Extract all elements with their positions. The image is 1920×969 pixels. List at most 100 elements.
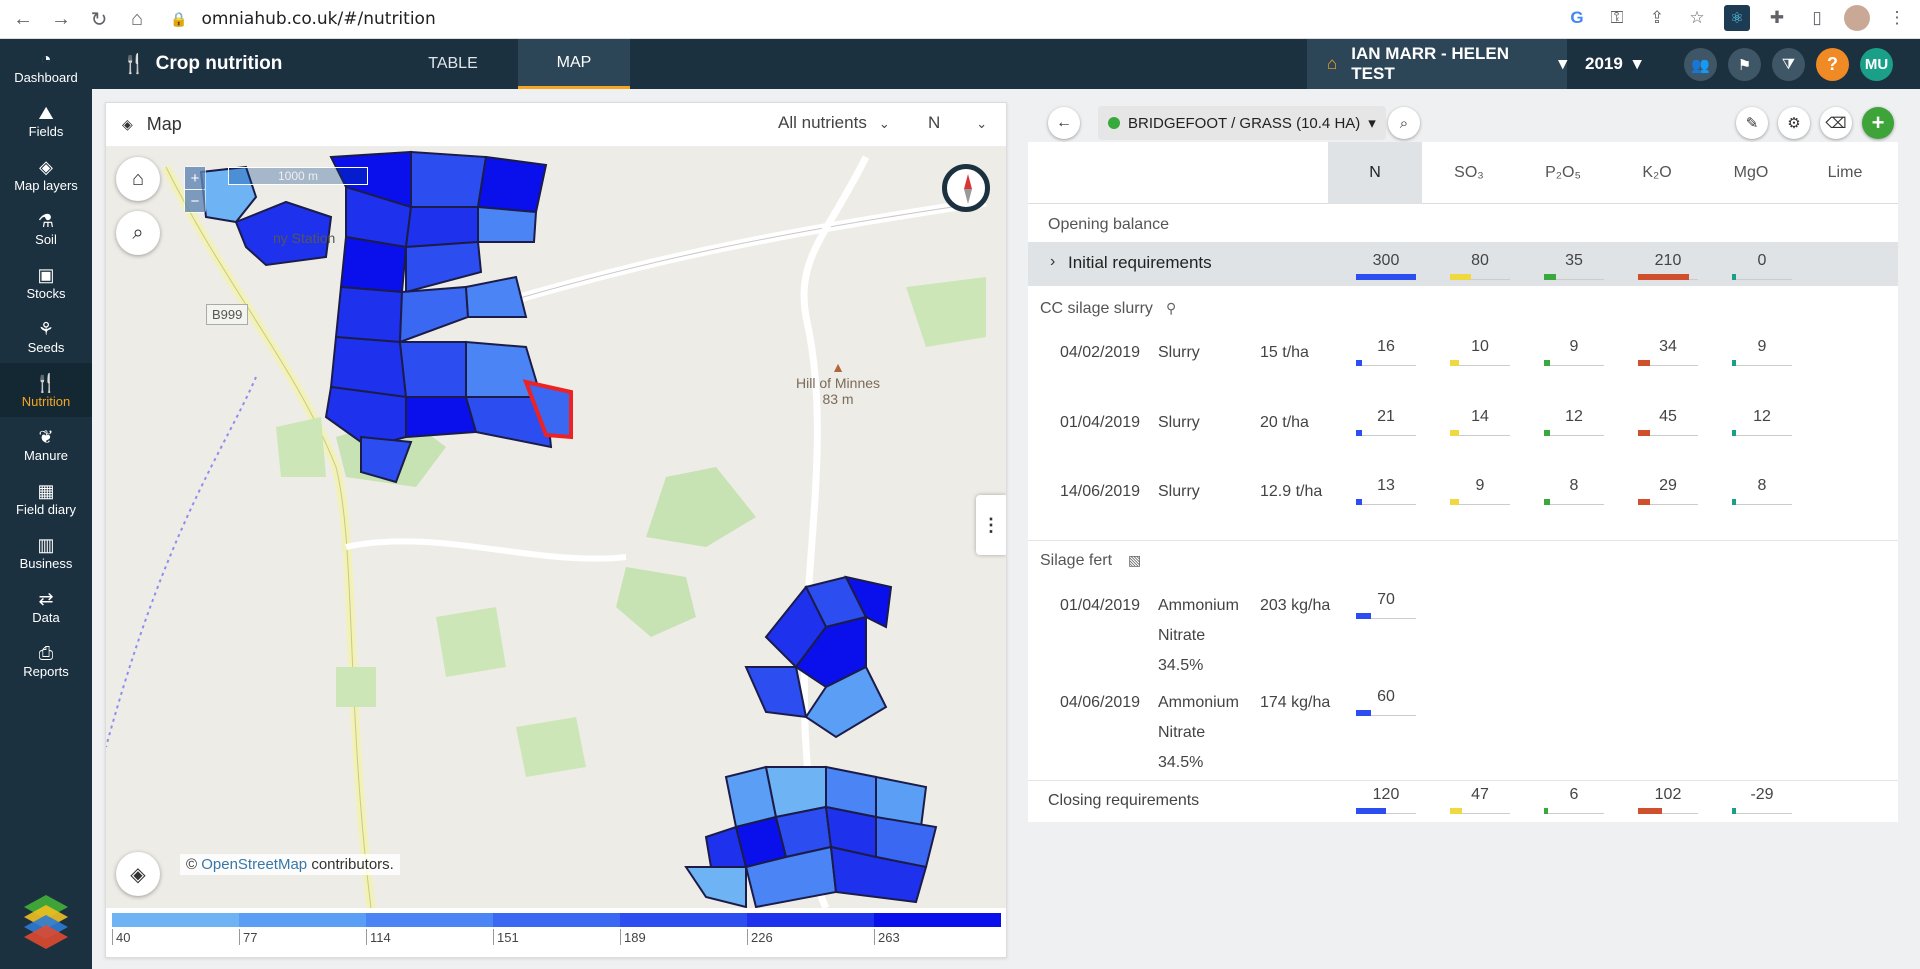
sidebar-item-fields[interactable]: ⛰ Fields bbox=[0, 93, 92, 147]
application-value: 9 bbox=[1757, 338, 1767, 355]
page-title: 🍴 Crop nutrition bbox=[122, 52, 282, 76]
panel-header: ← BRIDGEFOOT / GRASS (10.4 HA) ▾ ⌕ ✎ ⚙ ⌫ … bbox=[1028, 102, 1898, 142]
closing-requirement-value: 102 bbox=[1654, 786, 1682, 803]
sidebar-item-seeds[interactable]: ⚘ Seeds bbox=[0, 309, 92, 363]
seedling-icon: ⚘ bbox=[37, 318, 55, 339]
sidebar-item-field-diary[interactable]: ▦ Field diary bbox=[0, 471, 92, 525]
back-icon[interactable]: ← bbox=[8, 4, 38, 34]
value-bar-fill bbox=[1450, 360, 1459, 366]
legend-swatch bbox=[239, 913, 366, 927]
sidebar-item-label: Stocks bbox=[26, 285, 66, 301]
application-value: 12 bbox=[1753, 408, 1771, 425]
home-icon[interactable]: ⌂ bbox=[122, 4, 152, 34]
nutrient-column-header[interactable]: SO₃ bbox=[1422, 142, 1516, 204]
initial-requirement-value: 35 bbox=[1565, 252, 1583, 269]
add-button[interactable]: + bbox=[1862, 107, 1894, 139]
stocks-icon: ▣ bbox=[37, 264, 55, 285]
address-bar[interactable]: 🔒 omniahub.co.uk/#/nutrition bbox=[170, 9, 436, 29]
eraser-button[interactable]: ⌫ bbox=[1820, 107, 1852, 139]
application-date: 01/04/2019 bbox=[1060, 597, 1141, 614]
share-icon[interactable]: ⇪ bbox=[1644, 5, 1670, 31]
sidebar-item-manure[interactable]: ❦ Manure bbox=[0, 417, 92, 471]
reload-icon[interactable]: ↻ bbox=[84, 4, 114, 34]
legend-tick-label: 40 bbox=[112, 929, 130, 945]
sidebar-item-reports[interactable]: ⎙ Reports bbox=[0, 633, 92, 687]
application-value: 70 bbox=[1377, 591, 1395, 608]
map-search-button[interactable]: ⌕ bbox=[116, 211, 160, 255]
nutrient-filter-value: All nutrients bbox=[778, 113, 867, 132]
google-icon[interactable]: G bbox=[1564, 5, 1590, 31]
sidebar-item-business[interactable]: ▥ Business bbox=[0, 525, 92, 579]
fertiliser-icon: ▧ bbox=[1128, 552, 1142, 568]
basemap-layers-button[interactable]: ◈ bbox=[116, 852, 160, 896]
filter-button[interactable]: ⧩ bbox=[1772, 48, 1805, 81]
browser-toolbar: ← → ↻ ⌂ 🔒 omniahub.co.uk/#/nutrition G ⚿ … bbox=[0, 0, 1920, 39]
caret-down-icon: ▾ bbox=[1558, 54, 1567, 73]
farm-selector[interactable]: ⌂ IAN MARR - HELEN TEST ▾ bbox=[1307, 39, 1567, 89]
nutrition-table: Opening balance › Initial requirements 3… bbox=[1028, 204, 1898, 822]
flag-button[interactable]: ⚑ bbox=[1728, 48, 1761, 81]
application-value: 13 bbox=[1377, 477, 1395, 494]
compass-icon[interactable] bbox=[942, 164, 990, 212]
field-name: BRIDGEFOOT / GRASS (10.4 HA) bbox=[1128, 114, 1361, 132]
sidebar-item-stocks[interactable]: ▣ Stocks bbox=[0, 255, 92, 309]
forward-icon[interactable]: → bbox=[46, 4, 76, 34]
map-home-button[interactable]: ⌂ bbox=[116, 157, 160, 201]
field-selector[interactable]: BRIDGEFOOT / GRASS (10.4 HA) ▾ bbox=[1098, 106, 1386, 140]
sidebar-item-soil[interactable]: ⚗ Soil bbox=[0, 201, 92, 255]
profile-avatar[interactable] bbox=[1844, 5, 1870, 31]
tab-map[interactable]: MAP bbox=[518, 39, 630, 89]
sidebar-item-dashboard[interactable]: ◔ Dashboard bbox=[0, 39, 92, 93]
menu-icon[interactable]: ⋮ bbox=[1884, 5, 1910, 31]
tab-table[interactable]: TABLE bbox=[418, 39, 488, 89]
nutrient-column-header[interactable]: K₂O bbox=[1610, 142, 1704, 204]
zoom-in-button[interactable]: + bbox=[185, 167, 205, 189]
edit-button[interactable]: ✎ bbox=[1736, 107, 1768, 139]
nutrient-dropdown[interactable]: N ⌄ bbox=[928, 113, 987, 133]
settings-button[interactable]: ⚙ bbox=[1778, 107, 1810, 139]
eraser-icon: ⌫ bbox=[1825, 115, 1847, 132]
side-panel-toggle[interactable]: ⋮ bbox=[976, 495, 1006, 555]
sidebar-item-map-layers[interactable]: ◈ Map layers bbox=[0, 147, 92, 201]
key-icon[interactable]: ⚿ bbox=[1604, 5, 1630, 31]
value-bar bbox=[1732, 430, 1792, 436]
value-bar bbox=[1732, 274, 1792, 280]
map-scale: 1000 m bbox=[228, 167, 368, 185]
sidepanel-icon[interactable]: ▯ bbox=[1804, 5, 1830, 31]
back-button[interactable]: ← bbox=[1048, 107, 1080, 139]
initial-requirement-value: 300 bbox=[1372, 252, 1400, 269]
nutrient-column-header[interactable]: Lime bbox=[1798, 142, 1892, 204]
nutrient-column-header[interactable]: MgO bbox=[1704, 142, 1798, 204]
utensils-icon: 🍴 bbox=[34, 372, 58, 393]
zoom-out-button[interactable]: − bbox=[185, 190, 205, 212]
sidebar-item-label: Map layers bbox=[14, 177, 78, 193]
nutrient-column-header[interactable]: P₂O₅ bbox=[1516, 142, 1610, 204]
sidebar-item-label: Dashboard bbox=[14, 69, 78, 85]
user-menu-button[interactable]: MU bbox=[1860, 48, 1893, 81]
sidebar-item-label: Seeds bbox=[27, 339, 65, 355]
copyright-symbol: © bbox=[186, 856, 198, 873]
nutrient-filter-dropdown[interactable]: All nutrients ⌄ bbox=[778, 113, 890, 133]
help-button[interactable]: ? bbox=[1816, 48, 1849, 81]
map-canvas[interactable]: ⌂ ⌕ + − 1000 m B999 ny Station ▲ Hill of… bbox=[106, 147, 1006, 908]
users-button[interactable]: 👥 bbox=[1684, 48, 1717, 81]
value-bar bbox=[1356, 808, 1416, 814]
react-extension-icon[interactable]: ⚛ bbox=[1724, 5, 1750, 31]
legend-swatch bbox=[366, 913, 493, 927]
value-bar bbox=[1732, 499, 1792, 505]
application-value: 8 bbox=[1569, 477, 1579, 494]
nutrient-column-header[interactable]: N bbox=[1328, 142, 1422, 204]
openstreetmap-link[interactable]: OpenStreetMap bbox=[201, 856, 307, 873]
closing-requirement-value: 47 bbox=[1471, 786, 1489, 803]
star-icon[interactable]: ☆ bbox=[1684, 5, 1710, 31]
puzzle-icon[interactable]: ✚ bbox=[1764, 5, 1790, 31]
field-search-button[interactable]: ⌕ bbox=[1388, 107, 1420, 139]
legend-tick-label: 189 bbox=[620, 929, 646, 945]
flask-icon: ⚗ bbox=[37, 210, 55, 231]
year-selector[interactable]: 2019 ▾ bbox=[1585, 39, 1641, 89]
application-rate: 12.9 t/ha bbox=[1260, 483, 1323, 500]
sidebar-item-nutrition[interactable]: 🍴 Nutrition bbox=[0, 363, 92, 417]
sidebar-item-label: Fields bbox=[28, 123, 64, 139]
sidebar-item-data[interactable]: ⇄ Data bbox=[0, 579, 92, 633]
legend-ticks: 40 77 114 151 189 226 263 bbox=[112, 927, 1001, 947]
